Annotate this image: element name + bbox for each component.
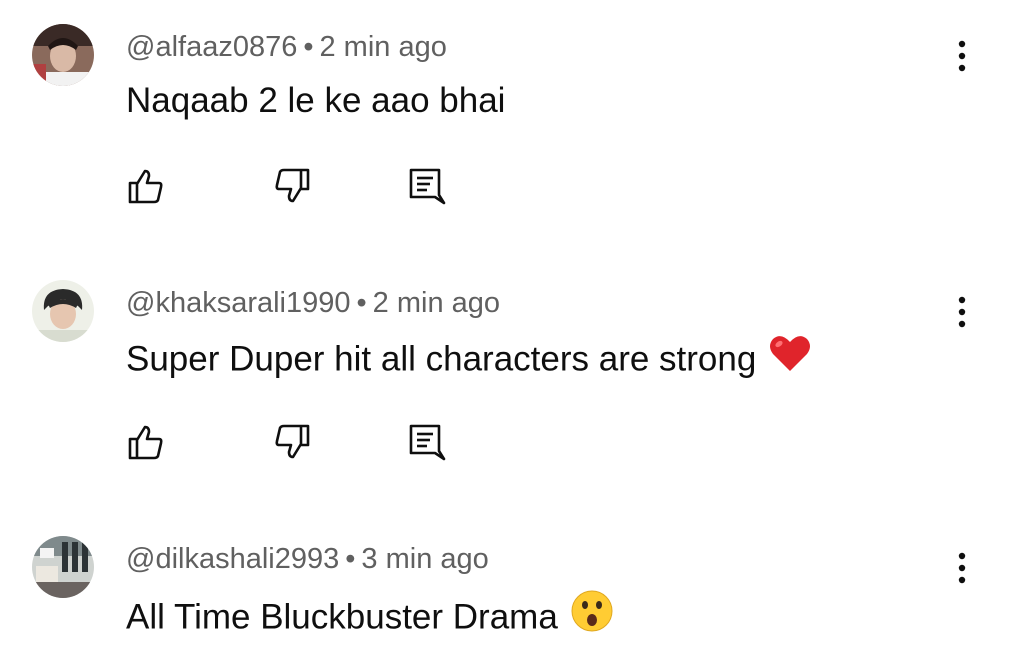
thumbs-down-icon	[275, 168, 310, 203]
more-options-button[interactable]	[940, 546, 984, 590]
comment-text: Naqaab 2 le ke aao bhai	[126, 81, 506, 120]
avatar[interactable]	[32, 280, 94, 342]
more-vertical-icon	[958, 296, 966, 328]
thumbs-down-icon	[275, 424, 310, 459]
comment-text: All Time Bluckbuster Drama	[126, 589, 614, 646]
more-vertical-icon	[958, 552, 966, 584]
dislike-button[interactable]	[272, 422, 312, 462]
comment-actions	[126, 166, 456, 206]
comment-time: 2 min ago	[319, 31, 447, 63]
reply-button[interactable]	[406, 166, 446, 206]
comment-actions	[126, 422, 456, 462]
comment-meta: @alfaaz0876 • 2 min ago	[126, 30, 447, 64]
more-vertical-icon	[958, 40, 966, 72]
author-handle[interactable]: @dilkashali2993	[126, 543, 339, 575]
comment-text: Super Duper hit all characters are stron…	[126, 336, 812, 386]
like-button[interactable]	[126, 166, 166, 206]
comment-time: 3 min ago	[361, 543, 489, 575]
more-options-button[interactable]	[940, 34, 984, 78]
like-button[interactable]	[126, 422, 166, 462]
reply-comment-icon	[409, 424, 446, 461]
comment-text-content: All Time Bluckbuster Drama	[126, 597, 558, 637]
meta-separator: •	[303, 31, 314, 63]
more-options-button[interactable]	[940, 290, 984, 334]
reply-button[interactable]	[406, 422, 446, 462]
comment-meta: @dilkashali2993 • 3 min ago	[126, 542, 489, 576]
reply-comment-icon	[409, 168, 446, 205]
dislike-button[interactable]	[272, 166, 312, 206]
avatar[interactable]	[32, 24, 94, 86]
astonished-face-emoji	[570, 589, 614, 643]
meta-separator: •	[356, 287, 367, 319]
thumbs-up-icon	[128, 169, 163, 204]
avatar[interactable]	[32, 536, 94, 598]
comment-text-content: Super Duper hit all characters are stron…	[126, 339, 757, 379]
author-handle[interactable]: @alfaaz0876	[126, 31, 297, 63]
meta-separator: •	[345, 543, 356, 575]
comment-meta: @khaksarali1990 • 2 min ago	[126, 286, 500, 320]
author-handle[interactable]: @khaksarali1990	[126, 287, 351, 319]
comment-time: 2 min ago	[372, 287, 501, 319]
thumbs-up-icon	[128, 425, 163, 460]
red-heart-emoji	[768, 333, 812, 383]
